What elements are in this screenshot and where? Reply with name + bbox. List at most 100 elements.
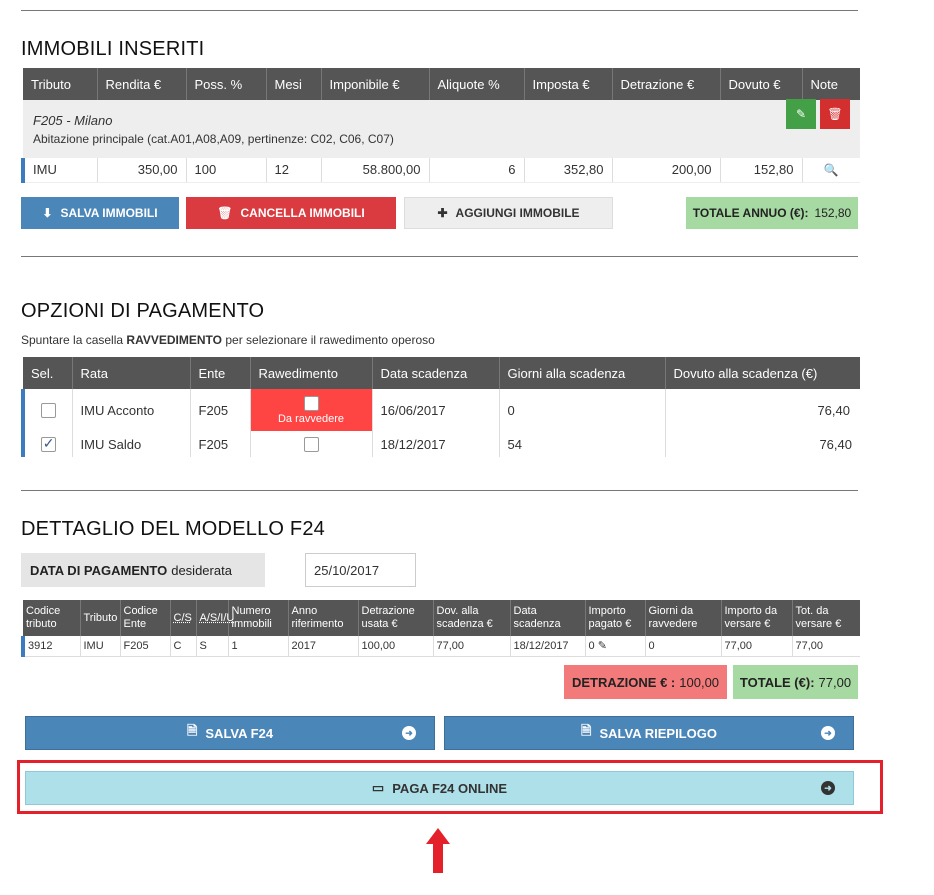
edit-icon: ✎ xyxy=(795,106,807,121)
importo-pagato-cell[interactable]: 0 ✎ xyxy=(585,636,646,657)
cell-rendita: 350,00 xyxy=(97,158,187,183)
paga-f24-online-button[interactable]: ▭ PAGA F24 ONLINE ➜ xyxy=(25,771,854,805)
cell-imposta: 352,80 xyxy=(524,158,613,183)
immobili-table: Tributo Rendita € Poss. % Mesi Imponibil… xyxy=(21,68,860,183)
cell-aliquote: 6 xyxy=(429,158,525,183)
cell-possesso: 100 xyxy=(186,158,267,183)
total-annuo-label: TOTALE ANNUO (€): xyxy=(692,206,809,220)
col-giorni-ravvedere: Giorni da ravvedere xyxy=(645,600,722,636)
col-aliquote: Aliquote % xyxy=(429,68,525,100)
cell-data: 18/12/2017 xyxy=(372,431,500,457)
col-giorni: Giorni alla scadenza xyxy=(499,357,666,389)
opzioni-title: OPZIONI DI PAGAMENTO xyxy=(21,300,265,322)
cell-giorni: 54 xyxy=(499,431,666,457)
opzioni-header-row: Sel. Rata Ente Rawedimento Data scadenza… xyxy=(23,357,860,389)
opzioni-subtitle: Spuntare la casella RAVVEDIMENTO per sel… xyxy=(21,333,435,347)
arrow-right-icon: ➜ xyxy=(402,726,416,740)
col-importo-versare: Importo da versare € xyxy=(721,600,793,636)
table-row: IMU 350,00 100 12 58.800,00 6 352,80 200… xyxy=(21,158,860,183)
col-dov-scadenza: Dov. alla scadenza € xyxy=(433,600,511,636)
up-arrow-indicator xyxy=(426,828,450,873)
cell-mesi: 12 xyxy=(266,158,322,183)
col-data-scadenza: Data scadenza xyxy=(372,357,500,389)
f24-table: Codice tributo Tributo Codice Ente C/S A… xyxy=(21,600,860,657)
arrow-right-icon: ➜ xyxy=(821,781,835,795)
total-annuo-value: 152,80 xyxy=(814,206,852,220)
ravvedimento-label: Da ravvedere xyxy=(277,413,345,426)
col-rendita: Rendita € xyxy=(97,68,187,100)
col-dovuto: Dovuto € xyxy=(720,68,803,100)
immobile-group-row: ✎ 🗑 F205 - Milano Abitazione principale … xyxy=(23,98,860,158)
opzioni-table: Sel. Rata Ente Rawedimento Data scadenza… xyxy=(21,357,862,457)
immobile-city: F205 - Milano xyxy=(33,112,113,128)
col-detrazione: Detrazione € xyxy=(612,68,721,100)
col-data-scadenza: Data scadenza xyxy=(510,600,586,636)
zoom-button[interactable]: 🔍 xyxy=(802,158,860,183)
select-acconto-checkbox[interactable] xyxy=(40,403,56,419)
col-mesi: Mesi xyxy=(266,68,322,100)
pdf-icon: 🗎 xyxy=(581,723,592,738)
top-divider xyxy=(21,10,858,11)
col-detrazione-usata: Detrazione usata € xyxy=(358,600,434,636)
detrazione-box: DETRAZIONE € : 100,00 xyxy=(564,665,727,699)
col-possesso: Poss. % xyxy=(186,68,267,100)
immobili-title: IMMOBILI INSERITI xyxy=(21,38,205,60)
arrow-right-icon: ➜ xyxy=(821,726,835,740)
trash-icon: 🗑 xyxy=(217,206,233,220)
table-row: IMU Acconto F205 Da ravvedere 16/06/2017… xyxy=(21,389,860,431)
cell-detrazione: 200,00 xyxy=(612,158,721,183)
col-note: Note xyxy=(802,68,860,100)
download-icon: ⬇ xyxy=(42,206,53,220)
cell-dovuto: 76,40 xyxy=(819,436,852,452)
f24-header-row: Codice tributo Tributo Codice Ente C/S A… xyxy=(23,600,860,636)
salva-f24-button[interactable]: 🗎 SALVA F24 ➜ xyxy=(25,716,435,750)
cell-data: 16/06/2017 xyxy=(372,389,500,431)
immobili-header-row: Tributo Rendita € Poss. % Mesi Imponibil… xyxy=(23,68,860,100)
col-imposta: Imposta € xyxy=(524,68,613,100)
col-dovuto-scadenza: Dovuto alla scadenza (€) xyxy=(665,357,860,389)
total-annuo-box: TOTALE ANNUO (€): 152,80 xyxy=(686,197,858,229)
col-importo-pagato: Importo pagato € xyxy=(585,600,646,636)
cell-tributo: IMU xyxy=(21,158,98,183)
credit-card-icon: ▭ xyxy=(371,780,385,795)
ravvedimento-acconto-checkbox[interactable] xyxy=(303,396,319,412)
delete-immobile-button[interactable]: 🗑 xyxy=(820,98,850,129)
divider-2 xyxy=(21,256,858,257)
col-asiu: A/S/I/U xyxy=(196,600,234,636)
edit-icon: ✎ xyxy=(597,640,607,653)
data-pagamento-label: DATA DI PAGAMENTO desiderata xyxy=(21,553,265,587)
totale-box: TOTALE (€): 77,00 xyxy=(733,665,858,699)
col-rata: Rata xyxy=(72,357,191,389)
add-immobile-button[interactable]: ✚ AGGIUNGI IMMOBILE xyxy=(404,197,613,229)
data-pagamento-input[interactable]: 25/10/2017 xyxy=(305,553,416,587)
plus-icon: ✚ xyxy=(437,206,448,220)
col-tributo: Tributo xyxy=(80,600,121,636)
delete-immobili-button[interactable]: 🗑 CANCELLA IMMOBILI xyxy=(186,197,396,229)
immobile-description: Abitazione principale (cat.A01,A08,A09, … xyxy=(33,131,394,146)
col-numero-immobili: Numero immobili xyxy=(228,600,289,636)
col-cs: C/S xyxy=(170,600,197,636)
col-ravvedimento: Rawedimento xyxy=(250,357,373,389)
col-ente: Ente xyxy=(190,357,251,389)
table-row: 3912 IMU F205 C S 1 2017 100,00 77,00 18… xyxy=(21,636,860,657)
cell-dovuto: 76,40 xyxy=(817,402,850,418)
cell-rata: IMU Acconto xyxy=(72,389,191,431)
col-sel: Sel. xyxy=(23,357,73,389)
col-imponibile: Imponibile € xyxy=(321,68,430,100)
col-tot-versare: Tot. da versare € xyxy=(792,600,860,636)
cell-ente: F205 xyxy=(190,431,251,457)
cell-dovuto: 152,80 xyxy=(720,158,803,183)
select-saldo-checkbox[interactable] xyxy=(40,435,56,453)
cell-rata: IMU Saldo xyxy=(72,431,191,457)
edit-immobile-button[interactable]: ✎ xyxy=(786,98,816,129)
col-codice-tributo: Codice tributo xyxy=(23,600,81,636)
col-codice-ente: Codice Ente xyxy=(120,600,171,636)
cell-ente: F205 xyxy=(190,389,251,431)
divider-3 xyxy=(21,490,858,491)
salva-riepilogo-button[interactable]: 🗎 SALVA RIEPILOGO ➜ xyxy=(444,716,854,750)
ravvedimento-saldo-checkbox[interactable] xyxy=(303,437,319,453)
cell-giorni: 0 xyxy=(499,389,666,431)
f24-title: DETTAGLIO DEL MODELLO F24 xyxy=(21,518,325,540)
save-immobili-button[interactable]: ⬇ SALVA IMMOBILI xyxy=(21,197,179,229)
pdf-icon: 🗎 xyxy=(186,723,198,738)
